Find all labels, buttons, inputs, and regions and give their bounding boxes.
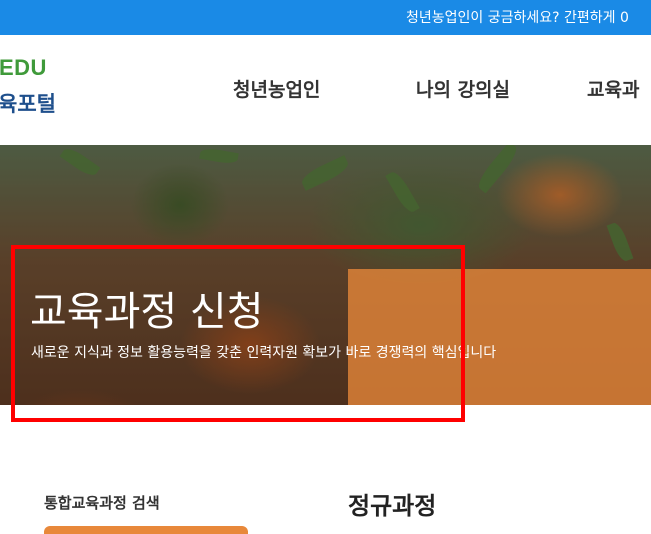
search-button[interactable] bbox=[44, 526, 248, 534]
search-section-title: 통합교육과정 검색 bbox=[44, 494, 160, 512]
logo-edu-text[interactable]: EDU bbox=[0, 55, 47, 81]
nav-item-my-classroom[interactable]: 나의 강의실 bbox=[416, 75, 510, 102]
nav-item-education[interactable]: 교육과 bbox=[587, 75, 639, 102]
top-notice-text[interactable]: 청년농업인이 궁금하세요? 간편하게 0 bbox=[406, 7, 629, 27]
highlight-box bbox=[11, 245, 465, 422]
section-title: 정규과정 bbox=[348, 492, 437, 520]
top-notice-bar: 청년농업인이 궁금하세요? 간편하게 0 bbox=[0, 0, 651, 35]
site-header: EDU 육포털 청년농업인 나의 강의실 교육과 bbox=[0, 35, 651, 145]
logo-portal-text[interactable]: 육포털 bbox=[0, 88, 56, 118]
nav-item-young-farmer[interactable]: 청년농업인 bbox=[233, 75, 320, 102]
